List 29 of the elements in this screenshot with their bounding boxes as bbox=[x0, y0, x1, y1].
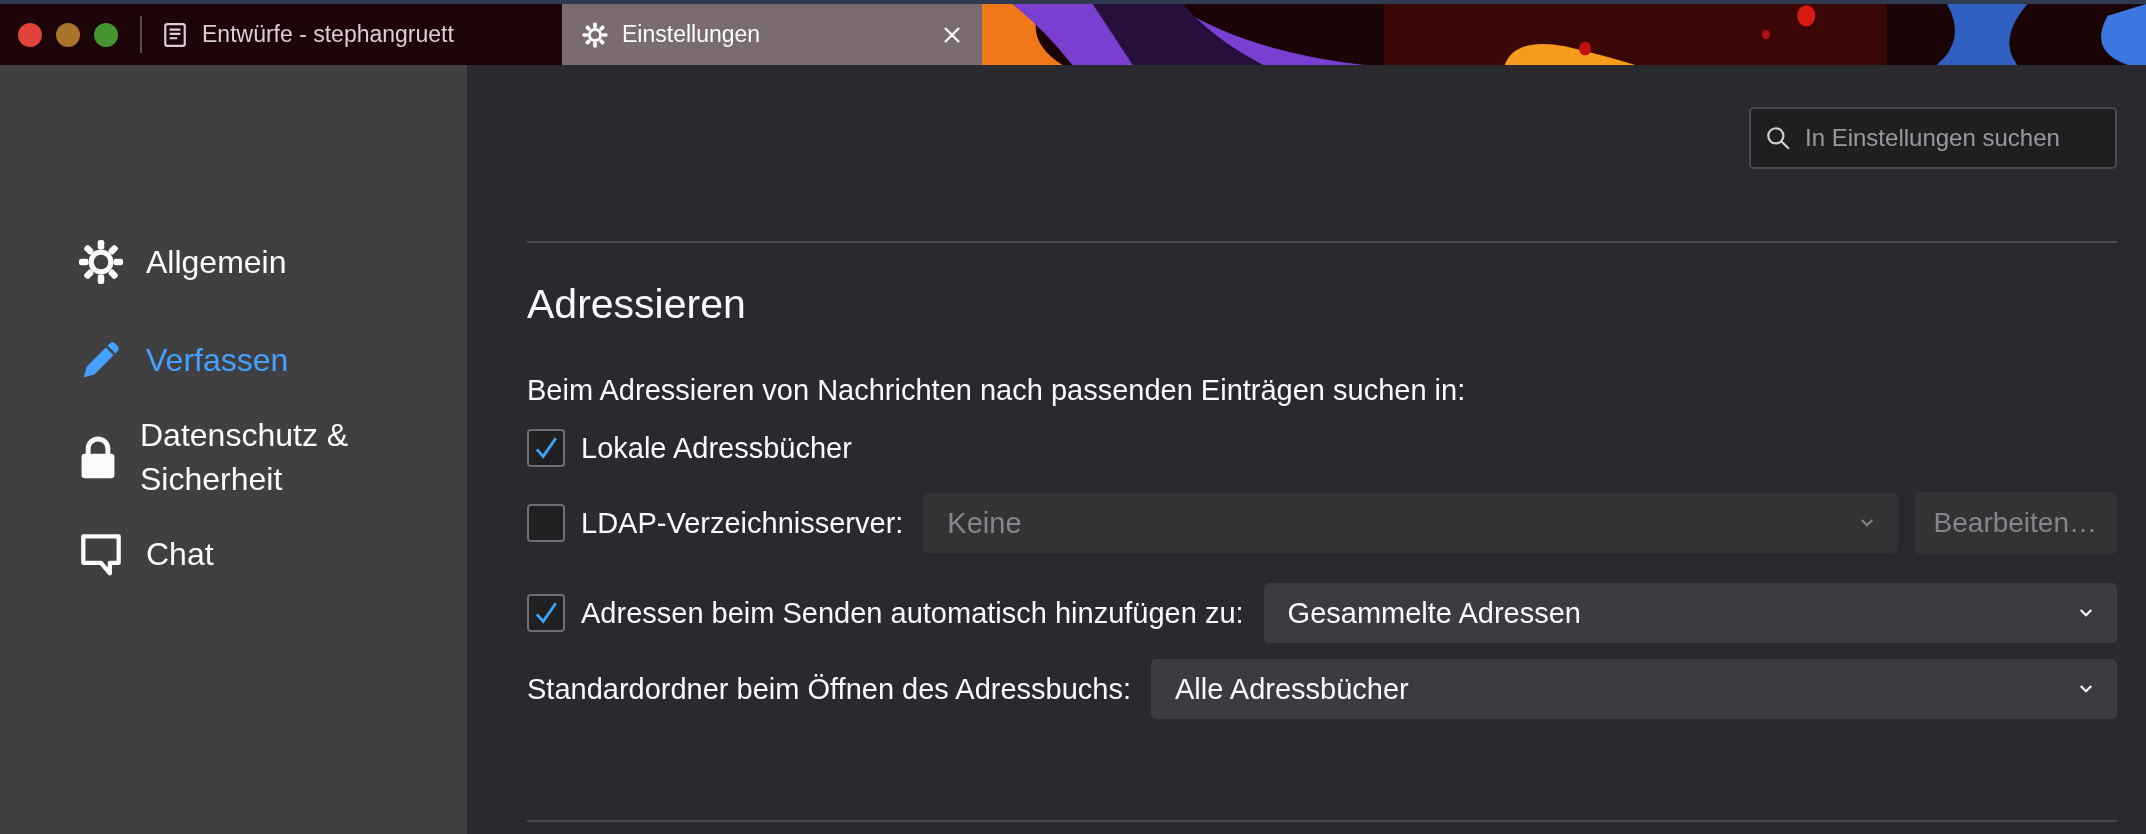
option-label: Lokale Adressbücher bbox=[581, 431, 852, 465]
chevron-down-icon bbox=[2079, 608, 2093, 618]
option-label: Standardordner beim Öffnen des Adressbuchs: bbox=[527, 672, 1131, 706]
close-window-button[interactable] bbox=[18, 22, 42, 47]
checkbox[interactable] bbox=[527, 594, 565, 632]
tab[interactable]: Einstellungen bbox=[562, 4, 982, 65]
checkbox[interactable] bbox=[527, 504, 565, 542]
document-icon bbox=[162, 21, 188, 48]
chevron-down-icon bbox=[1859, 518, 1874, 528]
sidebar-item[interactable]: Datenschutz & Sicherheit bbox=[0, 401, 467, 513]
tab[interactable]: Entwürfe - stephangruett bbox=[142, 4, 562, 65]
gear-icon bbox=[78, 239, 124, 285]
sidebar-item[interactable]: Verfassen bbox=[0, 325, 467, 395]
speech-bubble-icon bbox=[78, 531, 124, 577]
zoom-window-button[interactable] bbox=[94, 22, 118, 47]
close-icon bbox=[942, 24, 962, 45]
section-description: Beim Adressieren von Nachrichten nach passenden Einträgen suchen in: bbox=[527, 374, 1467, 407]
dropdown[interactable]: Alle Adressbücher bbox=[1151, 659, 2117, 719]
sidebar-item[interactable]: Chat bbox=[0, 519, 467, 589]
chevron-down-icon bbox=[2079, 684, 2093, 694]
sidebar-item[interactable]: Allgemein bbox=[0, 227, 467, 297]
option-label: LDAP-Verzeichnisserver: bbox=[581, 506, 904, 540]
section-heading: Adressieren bbox=[527, 281, 747, 328]
minimize-window-button[interactable] bbox=[56, 22, 80, 47]
gear-icon bbox=[582, 21, 608, 48]
dropdown[interactable]: Gesammelte Adressen bbox=[1263, 583, 2117, 643]
checkbox[interactable] bbox=[527, 429, 565, 467]
search-field[interactable]: In Einstellungen suchen bbox=[1749, 107, 2117, 169]
option-label: Adressen beim Senden automatisch hinzufügen zu: bbox=[581, 596, 1244, 630]
